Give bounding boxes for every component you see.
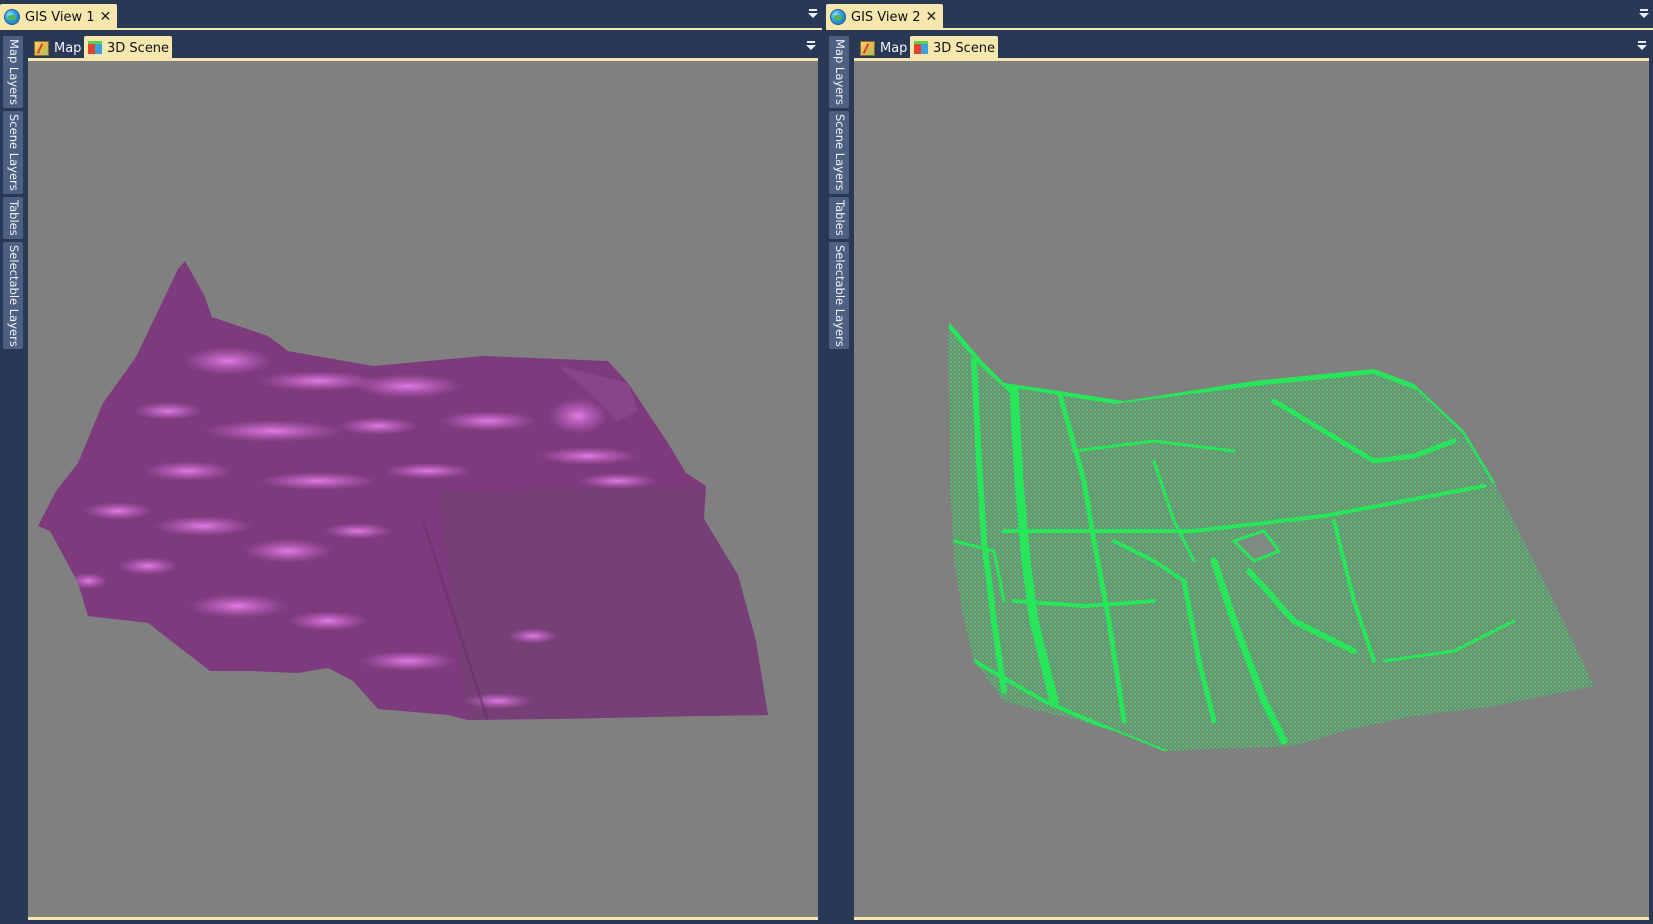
close-icon[interactable]: ✕ bbox=[100, 10, 112, 24]
cube-icon bbox=[88, 41, 102, 55]
doc-tab-label: GIS View 1 bbox=[25, 9, 95, 25]
side-tab-scene-layers[interactable]: Scene Layers bbox=[829, 110, 849, 194]
point-cloud bbox=[948, 323, 1594, 751]
view-menu-dropdown-icon[interactable] bbox=[1637, 41, 1647, 51]
map-icon bbox=[34, 40, 49, 56]
gis-view-1-tab[interactable]: GIS View 1 ✕ bbox=[0, 4, 118, 30]
gis-view-1-pane: GIS View 1 ✕ Map Layers Scene Layers Tab… bbox=[0, 0, 822, 924]
view-tab-strip: Map 3D Scene bbox=[854, 34, 1649, 61]
terrain-surface bbox=[38, 261, 768, 720]
tab-3d-scene-label: 3D Scene bbox=[107, 40, 170, 56]
tab-map-label: Map bbox=[880, 40, 908, 56]
tab-3d-scene-label: 3D Scene bbox=[933, 40, 996, 56]
close-icon[interactable]: ✕ bbox=[926, 10, 938, 24]
gis-view-2-pane: GIS View 2 ✕ Map Layers Scene Layers Tab… bbox=[826, 0, 1653, 924]
tab-map[interactable]: Map bbox=[30, 36, 84, 60]
view-tab-strip: Map 3D Scene bbox=[28, 34, 818, 61]
tab-menu-dropdown-icon[interactable] bbox=[1639, 9, 1649, 19]
side-tabs: Map Layers Scene Layers Tables Selectabl… bbox=[829, 36, 849, 350]
side-tabs: Map Layers Scene Layers Tables Selectabl… bbox=[3, 36, 23, 350]
view-menu-dropdown-icon[interactable] bbox=[806, 41, 816, 51]
document-tab-strip: GIS View 2 ✕ bbox=[826, 0, 1653, 30]
side-tab-tables[interactable]: Tables bbox=[3, 196, 23, 239]
cube-icon bbox=[914, 41, 928, 55]
tab-map[interactable]: Map bbox=[856, 36, 910, 60]
document-tab-strip: GIS View 1 ✕ bbox=[0, 0, 822, 30]
doc-tab-label: GIS View 2 bbox=[851, 9, 921, 25]
3d-scene-viewport[interactable] bbox=[854, 61, 1649, 920]
tab-3d-scene[interactable]: 3D Scene bbox=[910, 36, 999, 60]
3d-scene-viewport[interactable] bbox=[28, 61, 818, 920]
side-tab-scene-layers[interactable]: Scene Layers bbox=[3, 110, 23, 194]
tab-menu-dropdown-icon[interactable] bbox=[808, 9, 818, 19]
side-tab-selectable-layers[interactable]: Selectable Layers bbox=[3, 241, 23, 350]
side-tab-tables[interactable]: Tables bbox=[829, 196, 849, 239]
map-icon bbox=[860, 40, 875, 56]
tab-3d-scene[interactable]: 3D Scene bbox=[84, 36, 173, 60]
side-tab-map-layers[interactable]: Map Layers bbox=[829, 36, 849, 108]
gis-view-2-tab[interactable]: GIS View 2 ✕ bbox=[826, 4, 944, 30]
globe-icon bbox=[830, 9, 846, 25]
side-tab-selectable-layers[interactable]: Selectable Layers bbox=[829, 241, 849, 350]
globe-icon bbox=[4, 9, 20, 25]
tab-map-label: Map bbox=[54, 40, 82, 56]
side-tab-map-layers[interactable]: Map Layers bbox=[3, 36, 23, 108]
